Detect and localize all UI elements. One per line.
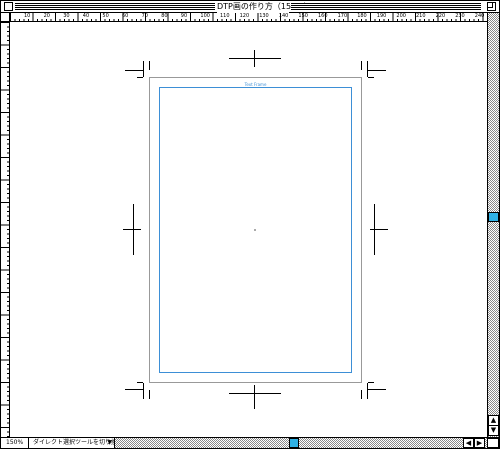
tool-popup-menu[interactable]: ダイレクト選択ツールを切り換え ▼ xyxy=(29,438,123,448)
ruler-tick-label: 20 xyxy=(43,13,50,19)
title-stripes-left xyxy=(15,3,215,10)
horizontal-scrollbar[interactable] xyxy=(115,438,487,448)
ruler-tick-label: 160 xyxy=(318,13,328,19)
ruler-tick-label: 220 xyxy=(435,13,446,19)
status-bar: 150% ダイレクト選択ツールを切り換え ▼ ◀ ▶ xyxy=(1,437,499,448)
vertical-ruler[interactable] xyxy=(1,22,10,437)
ruler-origin[interactable] xyxy=(1,13,10,22)
pasteboard[interactable]: Text Frame xyxy=(11,23,487,437)
vertical-scroll-thumb[interactable] xyxy=(488,212,499,222)
ruler-tick-label: 60 xyxy=(122,13,129,19)
ruler-tick-label: 210 xyxy=(416,13,426,19)
ruler-tick-label: 110 xyxy=(220,13,230,19)
ruler-tick-label: 170 xyxy=(337,13,348,19)
ruler-tick-label: 50 xyxy=(102,13,109,19)
frame-label: Text Frame xyxy=(244,82,267,87)
close-box[interactable] xyxy=(4,2,13,11)
ruler-tick-label: 70 xyxy=(141,13,148,19)
zoom-box[interactable] xyxy=(487,2,496,11)
scroll-left-arrow-icon[interactable]: ◀ xyxy=(463,438,474,448)
ruler-tick-label: 30 xyxy=(63,13,70,19)
ruler-tick-label: 240 xyxy=(474,13,485,19)
ruler-tick-label: 130 xyxy=(259,13,269,19)
ruler-tick-label: 120 xyxy=(239,13,250,19)
ruler-tick-label: 230 xyxy=(455,13,465,19)
ruler-tick-label: 140 xyxy=(278,13,289,19)
scroll-right-arrow-icon[interactable]: ▶ xyxy=(474,438,485,448)
document-window: DTP画の作り方（150%） 10 20 30 40 50 60 70 80 90 100 110 1… xyxy=(0,0,500,449)
vertical-scrollbar[interactable]: ▲ ▼ xyxy=(487,13,499,437)
ruler-tick-label: 80 xyxy=(161,13,168,19)
ruler-tick-label: 200 xyxy=(396,13,406,19)
center-point xyxy=(254,229,256,231)
ruler-tick-label: 190 xyxy=(376,13,387,19)
window-title: DTP画の作り方（150%） xyxy=(217,1,312,13)
ruler-tick-label: 150 xyxy=(298,13,308,19)
ruler-tick-label: 40 xyxy=(82,13,90,19)
ruler-tick-label: 10 xyxy=(24,13,31,19)
ruler-tick-label: 180 xyxy=(357,13,367,19)
horizontal-scroll-thumb[interactable] xyxy=(289,438,299,448)
horizontal-ruler[interactable]: 10 20 30 40 50 60 70 80 90 100 110 120 130 140 150 160 1… xyxy=(10,13,488,22)
popup-arrow-icon: ▼ xyxy=(107,439,112,446)
title-stripes-right xyxy=(291,3,481,10)
resize-grip-icon[interactable] xyxy=(487,438,499,448)
zoom-level-field[interactable]: 150% xyxy=(1,438,29,448)
scroll-down-arrow-icon[interactable]: ▼ xyxy=(488,425,499,436)
ruler-tick-label: 100 xyxy=(200,13,210,19)
title-bar[interactable]: DTP画の作り方（150%） xyxy=(1,1,499,13)
ruler-tick-label: 90 xyxy=(180,13,188,19)
